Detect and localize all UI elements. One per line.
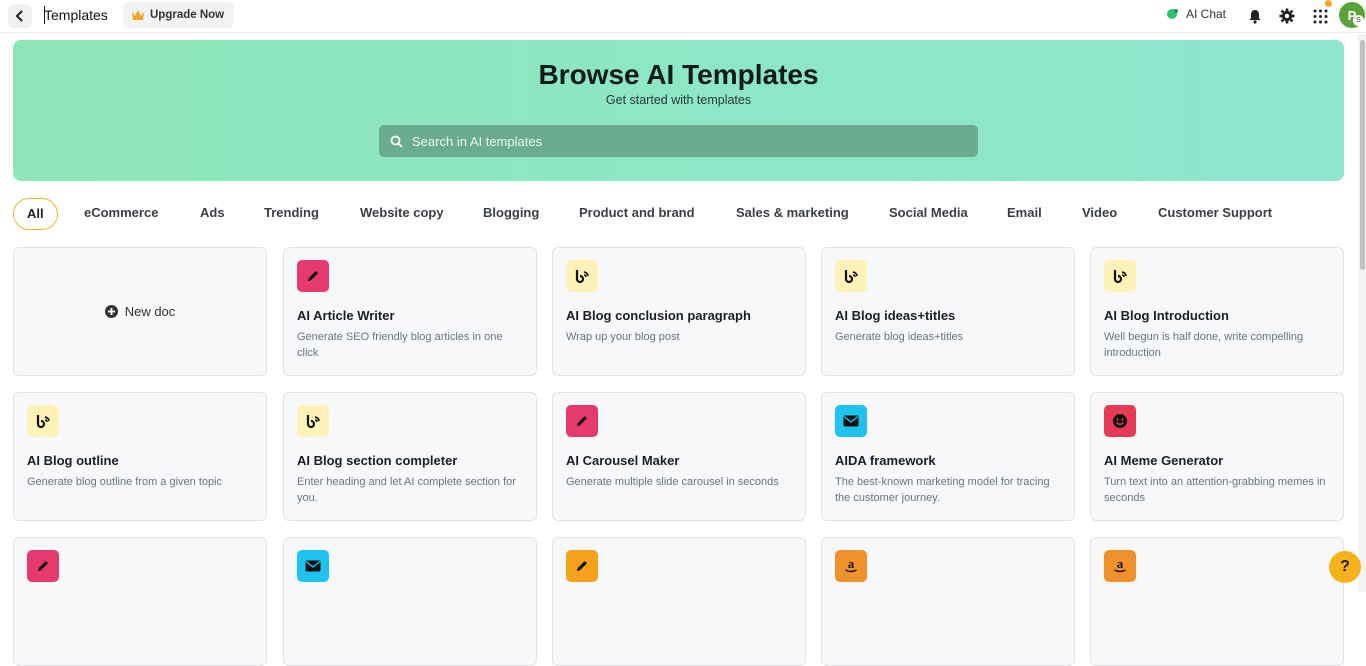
- crown-icon: [132, 10, 144, 20]
- search-icon: [390, 135, 403, 148]
- help-button[interactable]: ?: [1329, 551, 1361, 583]
- chevron-left-icon: [15, 10, 23, 22]
- card-description: Generate multiple slide carousel in seco…: [566, 476, 779, 488]
- page-title: Templates: [44, 6, 108, 24]
- card-title: AI Blog Introduction: [1104, 308, 1229, 323]
- template-card[interactable]: [283, 537, 537, 666]
- template-card[interactable]: a: [821, 537, 1075, 666]
- template-card[interactable]: AI Carousel Maker Generate multiple slide…: [552, 392, 806, 521]
- blog-icon: [27, 405, 59, 437]
- email-icon: [297, 550, 329, 582]
- blog-icon: [835, 260, 867, 292]
- svg-text:a: a: [848, 558, 855, 571]
- bell-icon[interactable]: [1246, 7, 1264, 25]
- amazon-icon: a: [1104, 550, 1136, 582]
- pencil-icon: [566, 405, 598, 437]
- amazon-icon: a: [835, 550, 867, 582]
- avatar-badge: S: [1353, 15, 1364, 26]
- blog-icon: [566, 260, 598, 292]
- template-card[interactable]: AIDA framework The best-known marketing m…: [821, 392, 1075, 521]
- card-title: AIDA framework: [835, 453, 936, 468]
- search-input[interactable]: [412, 133, 952, 149]
- new-doc-card[interactable]: New doc: [13, 247, 267, 376]
- card-description: Generate SEO friendly blog articles in o…: [297, 331, 503, 359]
- card-description: Enter heading and let AI complete sectio…: [297, 476, 516, 504]
- scroll-thumb[interactable]: [1360, 40, 1365, 270]
- card-description: Generate blog outline from a given topic: [27, 476, 223, 488]
- svg-text:a: a: [1117, 558, 1124, 571]
- notification-dot: [1325, 0, 1332, 7]
- ai-chat-label: AI Chat: [1186, 7, 1227, 21]
- template-card[interactable]: AI Blog Introduction Well begun is half d…: [1090, 247, 1344, 376]
- hero-title: Browse AI Templates: [538, 59, 819, 90]
- pencil-icon: [27, 550, 59, 582]
- hero-banner: Browse AI Templates Get started with tem…: [13, 40, 1344, 181]
- card-description: Wrap up your blog post: [566, 331, 680, 343]
- card-description: Generate blog ideas+titles: [835, 331, 964, 343]
- tab-ecommerce[interactable]: eCommerce: [84, 198, 158, 230]
- smiley-icon: [1104, 405, 1136, 437]
- upgrade-button[interactable]: Upgrade Now: [123, 2, 235, 28]
- ai-chat-icon: [1167, 9, 1178, 19]
- card-title: AI Blog ideas+titles: [835, 308, 956, 323]
- tab-product-and-brand[interactable]: Product and brand: [579, 198, 695, 230]
- template-card[interactable]: AI Blog outline Generate blog outline fro…: [13, 392, 267, 521]
- scrollbar[interactable]: [1358, 34, 1366, 592]
- card-title: AI Meme Generator: [1104, 453, 1224, 468]
- tab-all[interactable]: All: [13, 198, 58, 230]
- template-card[interactable]: [13, 537, 267, 666]
- card-description: Turn text into an attention-grabbing mem…: [1104, 476, 1326, 504]
- card-description: The best-known marketing model for traci…: [835, 476, 1050, 504]
- apps-grid-icon[interactable]: [1311, 7, 1329, 25]
- template-card[interactable]: a: [1090, 537, 1344, 666]
- pencil-icon: [566, 550, 598, 582]
- top-bar: Templates Upgrade Now AI Chat P S: [0, 0, 1366, 33]
- plus-circle-icon: [104, 305, 118, 318]
- tab-video[interactable]: Video: [1082, 198, 1117, 230]
- template-card[interactable]: AI Blog section completer Enter heading a…: [283, 392, 537, 521]
- hero-subtitle: Get started with templates: [605, 93, 752, 107]
- pencil-icon: [297, 260, 329, 292]
- tab-social-media[interactable]: Social Media: [889, 198, 968, 230]
- ai-chat-button[interactable]: AI Chat: [1166, 7, 1226, 21]
- blog-icon: [1104, 260, 1136, 292]
- template-card[interactable]: AI Meme Generator Turn text into an atten…: [1090, 392, 1344, 521]
- template-card[interactable]: AI Article Writer Generate SEO friendly b…: [283, 247, 537, 376]
- new-doc-label: New doc: [124, 304, 176, 319]
- tab-customer-support[interactable]: Customer Support: [1158, 198, 1272, 230]
- tab-email[interactable]: Email: [1007, 198, 1042, 230]
- card-title: AI Blog outline: [27, 453, 119, 468]
- card-title: AI Article Writer: [297, 308, 395, 323]
- template-card[interactable]: AI Blog conclusion paragraph Wrap up your…: [552, 247, 806, 376]
- upgrade-label: Upgrade Now: [150, 9, 225, 21]
- gear-icon[interactable]: [1278, 7, 1296, 25]
- tab-blogging[interactable]: Blogging: [483, 198, 539, 230]
- template-card[interactable]: AI Blog ideas+titles Generate blog ideas+…: [821, 247, 1075, 376]
- tab-trending[interactable]: Trending: [264, 198, 319, 230]
- card-title: AI Blog conclusion paragraph: [566, 308, 751, 323]
- card-title: AI Carousel Maker: [566, 453, 680, 468]
- blog-icon: [297, 405, 329, 437]
- email-icon: [835, 405, 867, 437]
- card-title: AI Blog section completer: [297, 453, 458, 468]
- search-bar[interactable]: [379, 125, 978, 157]
- tab-website-copy[interactable]: Website copy: [360, 198, 444, 230]
- template-card[interactable]: [552, 537, 806, 666]
- tab-ads[interactable]: Ads: [200, 198, 225, 230]
- card-description: Well begun is half done, write compellin…: [1104, 331, 1304, 359]
- back-button[interactable]: [8, 4, 32, 28]
- tab-sales-marketing[interactable]: Sales & marketing: [736, 198, 849, 230]
